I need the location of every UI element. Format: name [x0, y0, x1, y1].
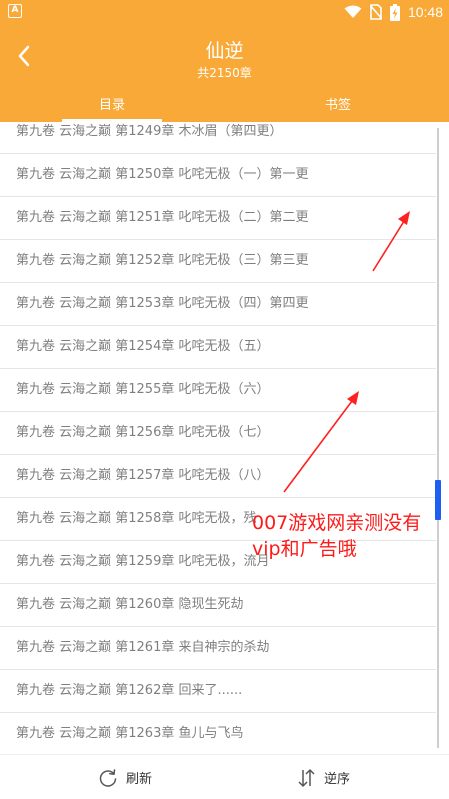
- bottom-toolbar: 刷新 逆序: [0, 754, 449, 799]
- refresh-button[interactable]: 刷新: [98, 755, 152, 799]
- reverse-order-label: 逆序: [324, 772, 351, 787]
- annotation-arrows: [283, 211, 410, 493]
- arrow-lower: [283, 391, 359, 493]
- sort-icon: [298, 768, 315, 787]
- watermark-annotation: 007游戏网亲测没有vip和广告哦: [252, 512, 422, 560]
- reverse-order-button[interactable]: 逆序: [296, 755, 350, 799]
- refresh-icon: [99, 768, 117, 787]
- arrow-upper: [372, 211, 410, 272]
- refresh-label: 刷新: [126, 772, 153, 787]
